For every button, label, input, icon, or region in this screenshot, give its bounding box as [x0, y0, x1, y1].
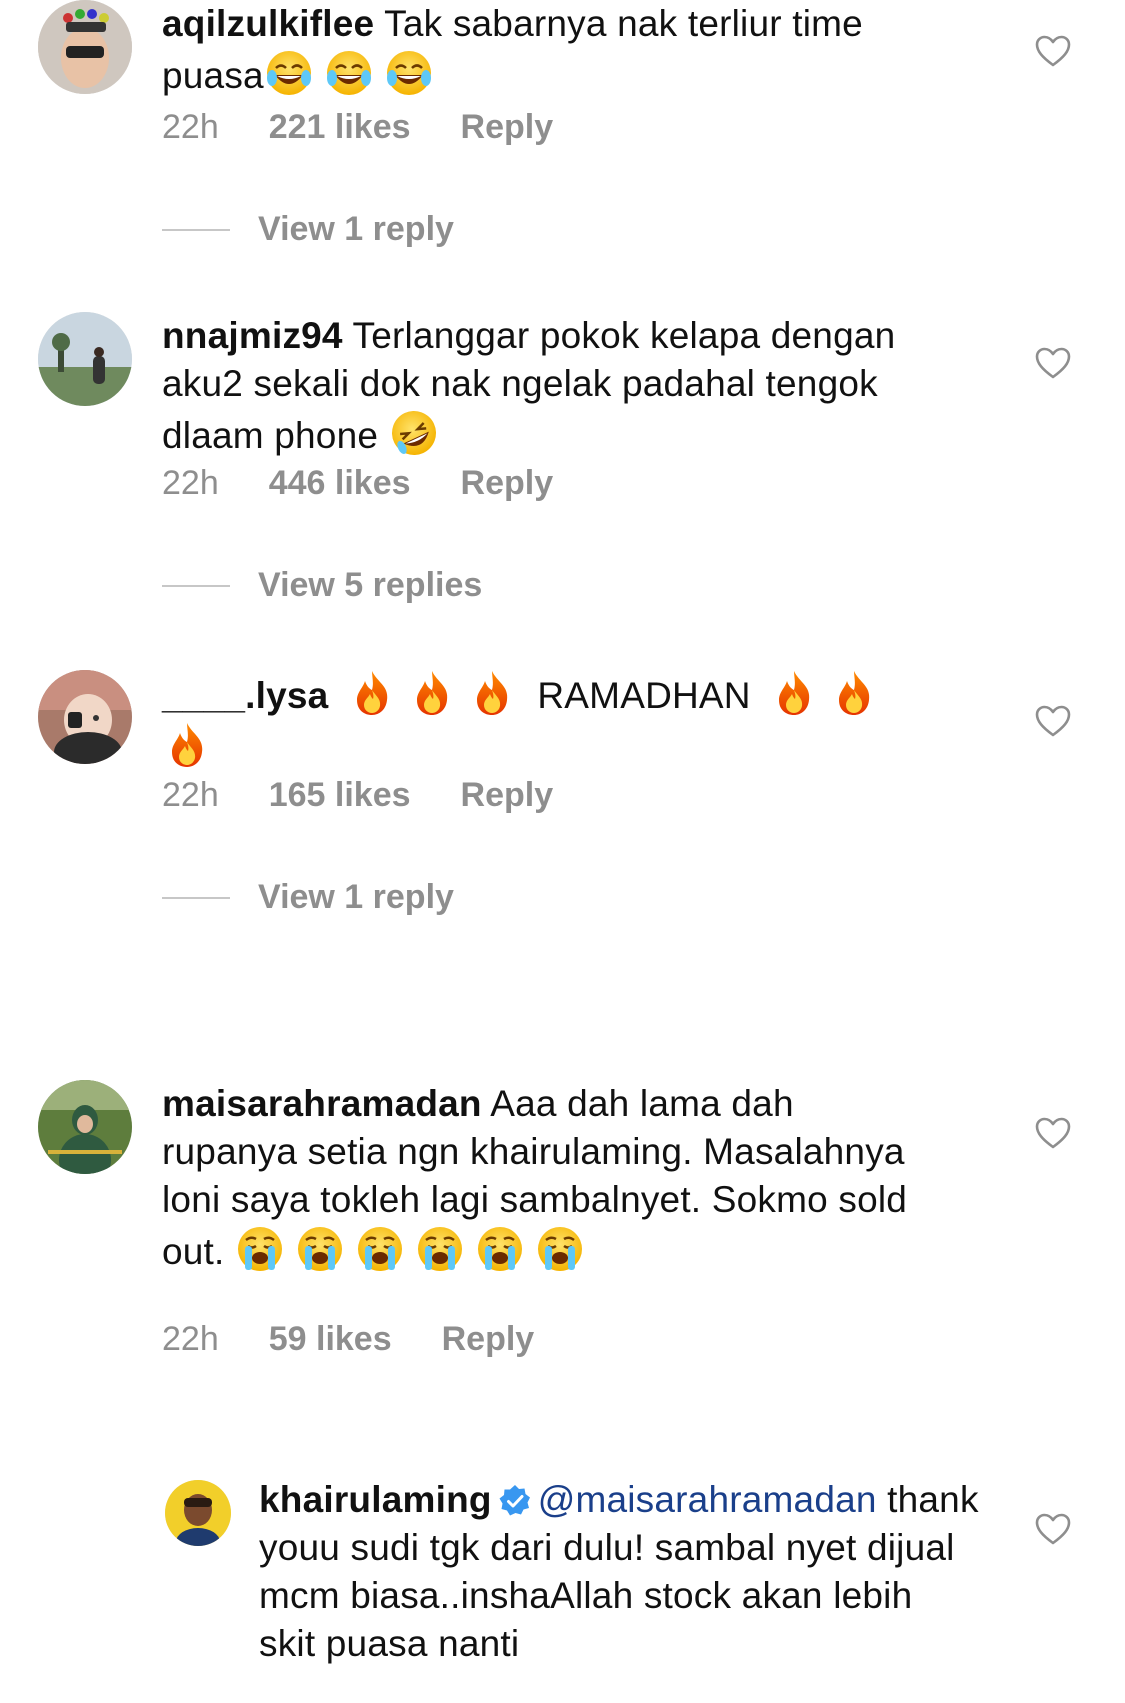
- comment-time: 22h: [162, 776, 219, 814]
- fire-emoji: [347, 668, 397, 718]
- comment-username[interactable]: ____.lysa: [162, 675, 328, 716]
- comment-meta: 22h 446 likes Reply: [162, 464, 553, 503]
- comment-text-block: aqilzulkiflee Tak sabarnya nak terliur t…: [162, 0, 922, 100]
- fire-emoji: [467, 668, 517, 718]
- reply-button[interactable]: Reply: [461, 464, 554, 503]
- loudly-crying-emoji: [355, 1224, 405, 1274]
- avatar[interactable]: [38, 312, 132, 406]
- reply-username[interactable]: khairulaming: [259, 1479, 492, 1520]
- view-replies-link[interactable]: View 1 reply: [258, 878, 454, 917]
- avatar[interactable]: [38, 670, 132, 764]
- comment-text-block: nnajmiz94 Terlanggar pokok kelapa dengan…: [162, 312, 922, 460]
- comment-text-block: ____.lysa RAMADHAN: [162, 668, 922, 772]
- laughing-tears-emoji: [264, 48, 314, 98]
- view-replies-link[interactable]: View 1 reply: [258, 210, 454, 249]
- comment-meta: 22h 165 likes Reply: [162, 776, 553, 815]
- laughing-tears-emoji: [324, 48, 374, 98]
- comment-time: 22h: [162, 1320, 219, 1358]
- fire-emoji: [162, 720, 212, 770]
- comment-text-block: maisarahramadan Aaa dah lama dah rupanya…: [162, 1080, 922, 1276]
- loudly-crying-emoji: [295, 1224, 345, 1274]
- like-heart-icon[interactable]: [1034, 34, 1072, 68]
- loudly-crying-emoji: [235, 1224, 285, 1274]
- divider-line: [162, 584, 230, 587]
- comment-meta: 22h 221 likes Reply: [162, 108, 553, 147]
- mention-link[interactable]: @maisarahramadan: [538, 1479, 877, 1520]
- comment-meta: 22h 59 likes Reply: [162, 1320, 534, 1359]
- likes-count[interactable]: 165 likes: [269, 776, 411, 815]
- reply-button[interactable]: Reply: [461, 108, 554, 147]
- comment-username[interactable]: nnajmiz94: [162, 315, 343, 356]
- loudly-crying-emoji: [415, 1224, 465, 1274]
- avatar[interactable]: [165, 1480, 231, 1546]
- view-replies-row[interactable]: View 1 reply: [162, 210, 454, 249]
- likes-count[interactable]: 446 likes: [269, 464, 411, 503]
- divider-line: [162, 228, 230, 231]
- fire-emoji: [769, 668, 819, 718]
- avatar[interactable]: [38, 0, 132, 94]
- loudly-crying-emoji: [475, 1224, 525, 1274]
- reply-text-block: khairulaming @maisarahramadan thank youu…: [259, 1476, 979, 1668]
- avatar[interactable]: [38, 1080, 132, 1174]
- likes-count[interactable]: 59 likes: [269, 1320, 392, 1359]
- rolling-laughing-emoji: [389, 408, 439, 458]
- verified-badge-icon: [499, 1485, 530, 1516]
- view-replies-link[interactable]: View 5 replies: [258, 566, 482, 605]
- comment-text: RAMADHAN: [537, 675, 751, 716]
- laughing-tears-emoji: [384, 48, 434, 98]
- likes-count[interactable]: 221 likes: [269, 108, 411, 147]
- fire-emoji: [407, 668, 457, 718]
- reply-button[interactable]: Reply: [461, 776, 554, 815]
- like-heart-icon[interactable]: [1034, 1512, 1072, 1546]
- comment-time: 22h: [162, 464, 219, 502]
- view-replies-row[interactable]: View 5 replies: [162, 566, 482, 605]
- comment-username[interactable]: maisarahramadan: [162, 1083, 482, 1124]
- loudly-crying-emoji: [535, 1224, 585, 1274]
- divider-line: [162, 896, 230, 899]
- reply-button[interactable]: Reply: [442, 1320, 535, 1359]
- like-heart-icon[interactable]: [1034, 346, 1072, 380]
- view-replies-row[interactable]: View 1 reply: [162, 878, 454, 917]
- like-heart-icon[interactable]: [1034, 704, 1072, 738]
- like-heart-icon[interactable]: [1034, 1116, 1072, 1150]
- fire-emoji: [829, 668, 879, 718]
- comment-username[interactable]: aqilzulkiflee: [162, 3, 374, 44]
- comment-time: 22h: [162, 108, 219, 146]
